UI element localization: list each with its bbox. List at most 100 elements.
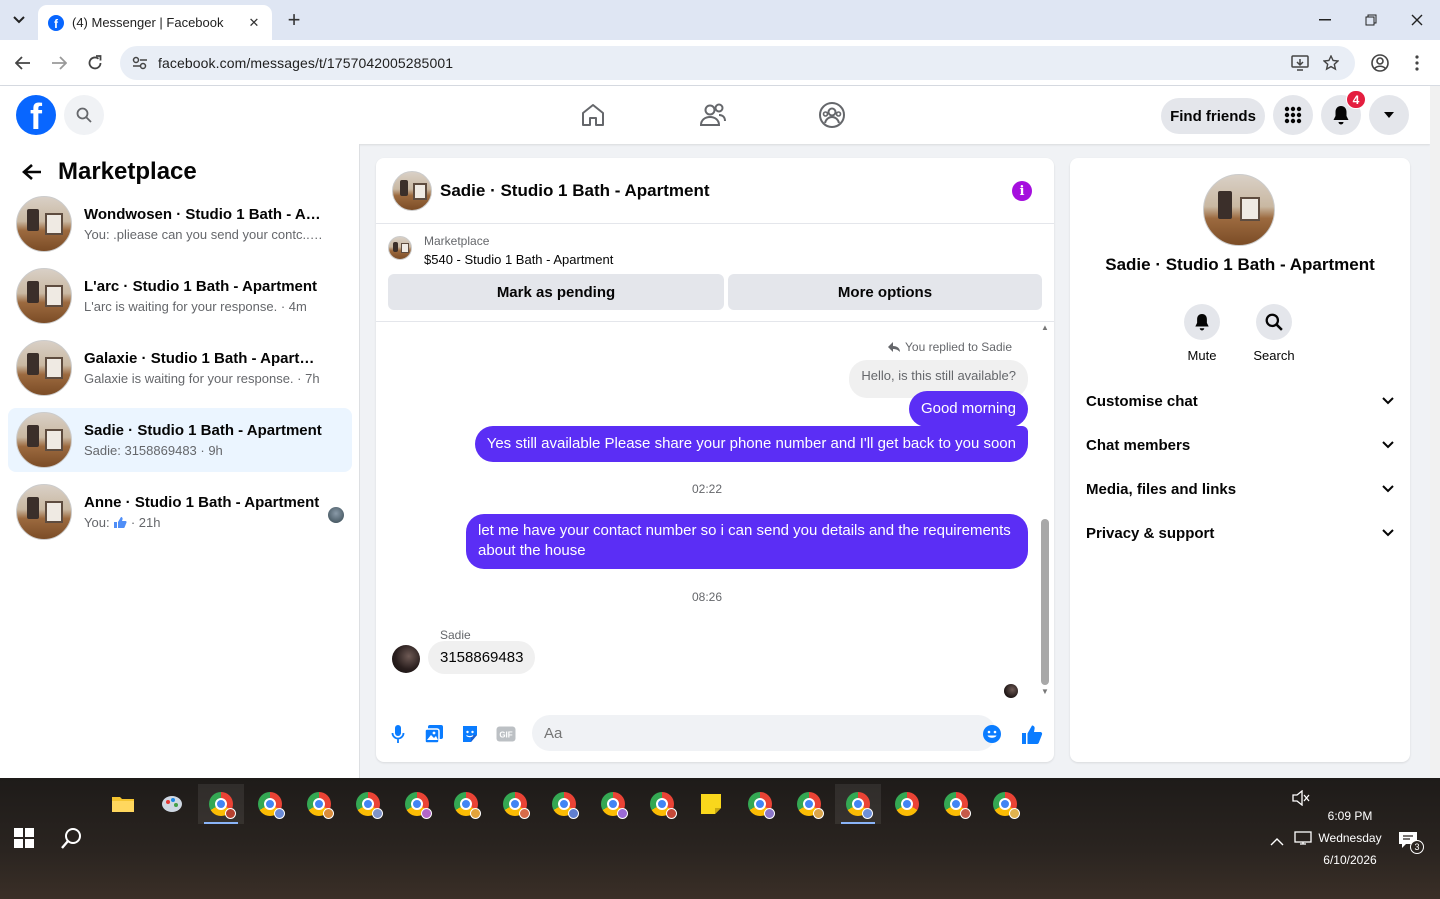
privacy-support-section[interactable]: Privacy & support xyxy=(1078,511,1402,555)
chrome-window-icon[interactable] xyxy=(982,784,1028,824)
chrome-window-icon[interactable] xyxy=(835,784,881,824)
browser-menu-icon[interactable] xyxy=(1405,51,1429,75)
timestamp: 08:26 xyxy=(691,590,723,604)
file-explorer-icon[interactable] xyxy=(100,784,146,824)
customise-chat-section[interactable]: Customise chat xyxy=(1078,379,1402,423)
outgoing-message[interactable]: let me have your contact number so i can… xyxy=(466,514,1028,569)
search-in-conversation-button[interactable]: Search xyxy=(1244,304,1304,363)
listing-thumbnail[interactable] xyxy=(388,236,412,260)
thumbs-up-icon xyxy=(114,517,127,528)
forward-arrow-icon[interactable] xyxy=(47,51,71,75)
network-icon[interactable] xyxy=(1294,830,1312,851)
chrome-window-icon[interactable] xyxy=(590,784,636,824)
media-files-links-section[interactable]: Media, files and links xyxy=(1078,467,1402,511)
friends-icon[interactable] xyxy=(698,100,728,130)
conversation-item-active[interactable]: Sadie · Studio 1 Bath - Apartment Sadie:… xyxy=(8,408,352,472)
chrome-window-icon[interactable] xyxy=(443,784,489,824)
thumbs-up-send-icon[interactable] xyxy=(1020,722,1044,746)
chevron-down-icon xyxy=(1382,397,1394,405)
groups-icon[interactable] xyxy=(817,100,847,130)
chat-avatar[interactable] xyxy=(392,170,432,211)
home-icon[interactable] xyxy=(578,100,608,130)
conversation-preview: L'arc is waiting for your response. · 4m xyxy=(84,299,307,314)
scrollbar-thumb[interactable] xyxy=(1041,519,1049,685)
window-minimize-button[interactable] xyxy=(1302,0,1348,40)
chrome-window-icon[interactable] xyxy=(198,784,244,824)
conversation-item[interactable]: L'arc · Studio 1 Bath - Apartment L'arc … xyxy=(8,264,352,328)
conversation-name: Anne · Studio 1 Bath - Apartment xyxy=(84,494,320,511)
menu-grid-icon[interactable] xyxy=(1273,95,1313,135)
chrome-window-icon[interactable] xyxy=(345,784,391,824)
chat-title[interactable]: Sadie · Studio 1 Bath - Apartment xyxy=(440,181,710,201)
listing-avatar xyxy=(16,484,72,540)
paint-app-icon[interactable] xyxy=(149,784,195,824)
windows-start-icon[interactable] xyxy=(14,828,34,848)
facebook-logo-icon[interactable]: f xyxy=(16,95,56,135)
site-settings-icon[interactable] xyxy=(132,56,148,70)
chrome-window-icon[interactable] xyxy=(541,784,587,824)
reload-icon[interactable] xyxy=(83,51,107,75)
tab-close-icon[interactable]: ✕ xyxy=(246,15,262,31)
more-options-button[interactable]: More options xyxy=(728,274,1042,310)
chat-header: Sadie · Studio 1 Bath - Apartment i xyxy=(376,158,1054,224)
profile-icon[interactable] xyxy=(1368,51,1392,75)
incoming-message[interactable]: 3158869483 xyxy=(428,641,536,674)
facebook-search-icon[interactable] xyxy=(64,95,104,135)
gif-icon[interactable]: GIF xyxy=(494,722,518,746)
account-chevron-down-icon[interactable] xyxy=(1369,95,1409,135)
new-tab-plus-icon[interactable]: + xyxy=(282,7,306,32)
photo-gallery-icon[interactable] xyxy=(422,722,446,746)
chrome-window-icon[interactable] xyxy=(884,784,930,824)
conversation-preview: You: .pliease can you send your contc...… xyxy=(84,227,324,242)
thread-scrollbar[interactable]: ▲ ▼ xyxy=(1040,323,1050,703)
chrome-window-icon[interactable] xyxy=(247,784,293,824)
chrome-window-icon[interactable] xyxy=(394,784,440,824)
chrome-window-icon[interactable] xyxy=(639,784,685,824)
message-input[interactable] xyxy=(532,715,996,751)
action-center-icon[interactable]: 3 xyxy=(1398,830,1424,855)
outgoing-message[interactable]: Good morning xyxy=(908,391,1028,427)
volume-muted-icon[interactable] xyxy=(1292,789,1310,811)
scroll-up-arrow-icon[interactable]: ▲ xyxy=(1040,323,1050,333)
emoji-icon[interactable] xyxy=(980,722,1004,746)
mute-button[interactable]: Mute xyxy=(1172,304,1232,363)
tab-search-chevron-icon[interactable] xyxy=(8,9,30,31)
install-app-icon[interactable] xyxy=(1286,46,1314,80)
mark-as-pending-button[interactable]: Mark as pending xyxy=(388,274,724,310)
conversation-item[interactable]: Galaxie · Studio 1 Bath - Apartment Gala… xyxy=(8,336,352,400)
chrome-window-icon[interactable] xyxy=(933,784,979,824)
conversation-name: Wondwosen · Studio 1 Bath - Apar... xyxy=(84,206,324,223)
chrome-window-icon[interactable] xyxy=(786,784,832,824)
conversation-item[interactable]: Anne · Studio 1 Bath - Apartment You: · … xyxy=(8,480,352,544)
bookmark-star-icon[interactable] xyxy=(1317,46,1345,80)
facebook-header: f Find friends 4 xyxy=(0,86,1430,144)
back-arrow-icon[interactable] xyxy=(11,51,35,75)
clock-day[interactable]: Wednesday xyxy=(1312,831,1388,845)
window-close-button[interactable] xyxy=(1394,0,1440,40)
clock-time[interactable]: 6:09 PM xyxy=(1320,809,1380,823)
listing-price-title[interactable]: $540 - Studio 1 Bath - Apartment xyxy=(424,252,613,267)
sender-avatar[interactable] xyxy=(392,645,420,673)
conversation-info-icon[interactable]: i xyxy=(1012,181,1032,201)
browser-tab-messenger[interactable]: f (4) Messenger | Facebook ✕ xyxy=(38,5,272,40)
details-avatar[interactable] xyxy=(1203,174,1275,246)
sticky-notes-icon[interactable] xyxy=(688,784,734,824)
page-scrollbar[interactable] xyxy=(1430,86,1440,778)
microphone-icon[interactable] xyxy=(386,722,410,746)
back-arrow-icon[interactable] xyxy=(18,158,46,186)
chat-members-section[interactable]: Chat members xyxy=(1078,423,1402,467)
listing-avatar xyxy=(16,412,72,468)
scroll-down-arrow-icon[interactable]: ▼ xyxy=(1040,687,1050,697)
chrome-window-icon[interactable] xyxy=(492,784,538,824)
tray-chevron-up-icon[interactable] xyxy=(1270,833,1284,851)
outgoing-message[interactable]: Yes still available Please share your ph… xyxy=(474,426,1028,462)
clock-date[interactable]: 6/10/2026 xyxy=(1316,853,1384,867)
taskbar-search-icon[interactable] xyxy=(60,826,86,852)
sticker-icon[interactable] xyxy=(458,722,482,746)
window-restore-button[interactable] xyxy=(1348,0,1394,40)
address-bar[interactable]: facebook.com/messages/t/1757042005285001 xyxy=(120,46,1355,80)
chrome-window-icon[interactable] xyxy=(737,784,783,824)
find-friends-button[interactable]: Find friends xyxy=(1161,98,1265,134)
conversation-item[interactable]: Wondwosen · Studio 1 Bath - Apar... You:… xyxy=(8,192,352,256)
chrome-window-icon[interactable] xyxy=(296,784,342,824)
